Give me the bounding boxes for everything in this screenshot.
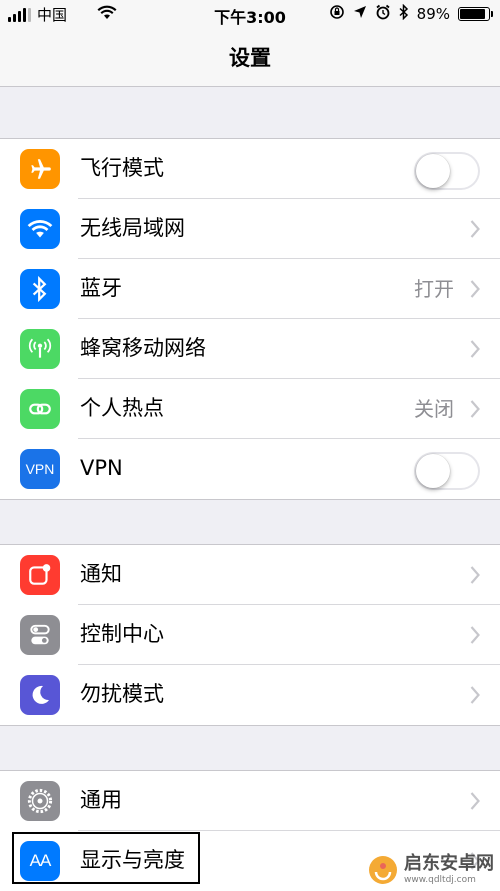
settings-row-label: VPN [80,456,123,480]
vpn-icon-text: VPN [25,461,55,477]
notifications-icon [20,555,60,595]
settings-row-do-not-disturb[interactable]: 勿扰模式 [0,665,500,725]
settings-row-wifi[interactable]: 无线局域网 [0,199,500,259]
control-center-icon [20,615,60,655]
settings-group-notifications: 通知 控制中心 勿扰模式 [0,544,500,726]
airplane-icon [20,149,60,189]
hotspot-icon [20,389,60,429]
settings-row-label: 勿扰模式 [80,682,164,706]
bluetooth-icon [20,269,60,309]
toggle-knob [416,154,450,188]
settings-row-bluetooth[interactable]: 蓝牙 打开 [0,259,500,319]
chevron-right-icon [470,340,480,358]
settings-row-label: 控制中心 [80,622,164,646]
page-title: 设置 [229,46,271,70]
watermark-title: 启东安卓网 [404,853,494,874]
chevron-right-icon [470,792,480,810]
chevron-right-icon [470,626,480,644]
settings-row-label: 无线局域网 [80,216,185,240]
bluetooth-status-value: 打开 [414,277,454,301]
battery-icon [458,7,493,21]
settings-row-general[interactable]: 通用 [0,771,500,831]
cellular-icon [20,329,60,369]
airplane-mode-toggle[interactable] [414,152,480,190]
location-icon [353,5,367,23]
vpn-toggle[interactable] [414,452,480,490]
battery-percent: 89% [416,5,450,23]
settings-row-label: 蜂窝移动网络 [80,336,206,360]
moon-icon [20,675,60,715]
settings-row-vpn[interactable]: VPN VPN [0,439,500,499]
settings-row-label: 蓝牙 [80,276,122,300]
bluetooth-status-icon [399,3,409,24]
settings-row-label: 通知 [80,562,122,586]
vpn-icon: VPN [20,449,60,489]
wifi-icon [20,209,60,249]
settings-row-control-center[interactable]: 控制中心 [0,605,500,665]
alarm-icon [375,4,391,24]
settings-row-label: 个人热点 [80,396,164,420]
settings-row-notifications[interactable]: 通知 [0,545,500,605]
hotspot-status-value: 关闭 [414,397,454,421]
toggle-knob [416,454,450,488]
settings-row-label: 通用 [80,788,122,812]
watermark: 启东安卓网 www.qdltdj.com [368,855,494,885]
chevron-right-icon [470,220,480,238]
settings-row-airplane-mode[interactable]: 飞行模式 [0,139,500,199]
highlight-annotation [12,832,200,884]
settings-row-personal-hotspot[interactable]: 个人热点 关闭 [0,379,500,439]
chevron-right-icon [470,400,480,418]
settings-row-cellular[interactable]: 蜂窝移动网络 [0,319,500,379]
settings-row-label: 飞行模式 [80,156,164,180]
watermark-url: www.qdltdj.com [404,875,476,885]
status-bar: 中国 下午3:00 89% [0,0,500,28]
chevron-right-icon [470,566,480,584]
watermark-logo-icon [369,856,397,884]
navigation-bar: 设置 [0,28,500,87]
chevron-right-icon [470,686,480,704]
chevron-right-icon [470,280,480,298]
orientation-lock-icon [329,4,345,24]
settings-group-connectivity: 飞行模式 无线局域网 蓝牙 打开 蜂窝移动网络 个人热点 关闭 VPN VPN [0,138,500,500]
gear-icon [20,781,60,821]
